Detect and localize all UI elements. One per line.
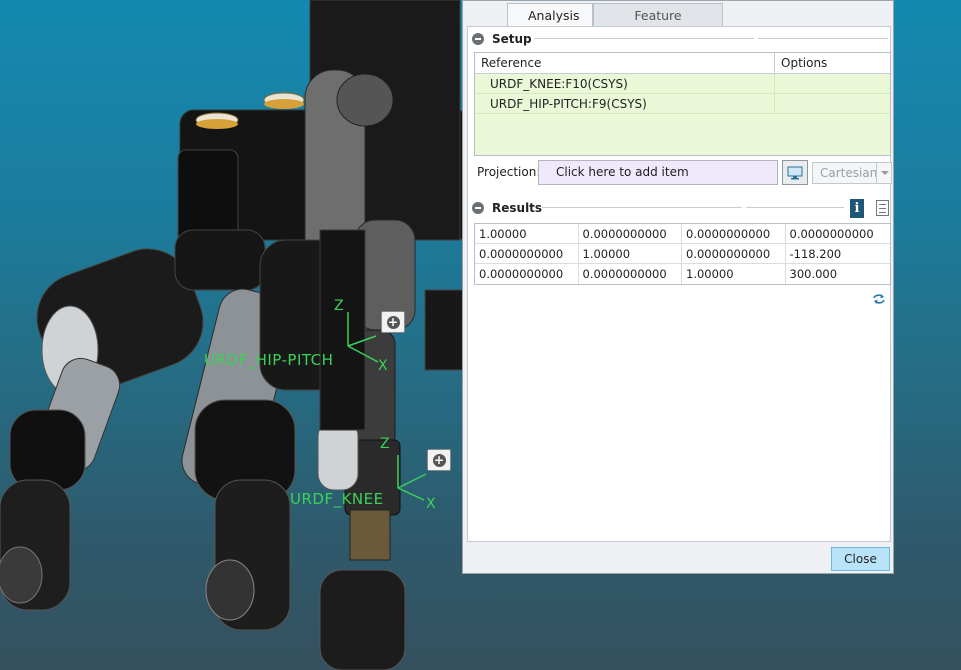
setup-section-header[interactable]: Setup [472,30,532,48]
matrix-cell: -118.200 [789,247,842,261]
matrix-cell: 0.0000000000 [579,264,682,284]
results-title: Results [492,201,543,215]
chevron-down-icon[interactable] [876,163,891,183]
column-header-options[interactable]: Options [775,53,827,73]
matrix-cell: 1.00000 [682,264,786,284]
reference-cell: URDF_KNEE:F10(CSYS) [475,74,775,93]
projection-row: Projection: Click here to add item Carte… [474,160,892,185]
matrix-cell: 0.0000000000 [682,224,786,243]
projection-type-value: Cartesian [820,166,878,180]
tab-bar: Analysis Feature [507,3,723,27]
results-section-header[interactable]: Results [472,199,542,217]
reference-cell: URDF_HIP-PITCH:F9(CSYS) [475,94,775,113]
projection-input[interactable]: Click here to add item [538,160,778,185]
reference-table-header: Reference Options [475,53,890,74]
divider [758,38,888,39]
plus-icon: + [432,452,446,467]
setup-title: Setup [492,32,532,46]
collapse-icon[interactable] [472,202,484,214]
analysis-dialog: Analysis Feature Setup Reference Options… [462,0,894,574]
tab-feature[interactable]: Feature [593,3,723,27]
expand-plus-button[interactable]: + [427,449,451,471]
analysis-panel: Setup Reference Options URDF_KNEE:F10(CS… [467,26,892,542]
results-table: 1.00000 0.0000000000 0.0000000000 0.0000… [474,223,891,285]
collapse-icon[interactable] [472,33,484,45]
table-row[interactable]: URDF_HIP-PITCH:F9(CSYS) [475,94,890,114]
info-icon[interactable]: i [850,199,864,218]
tab-analysis[interactable]: Analysis [507,3,593,27]
divider [542,207,742,208]
axis-x-knee: X [426,496,436,512]
monitor-view-button[interactable] [782,160,808,185]
details-list-icon[interactable] [876,200,889,216]
refresh-icon[interactable] [872,293,886,305]
csys-label-knee[interactable]: URDF_KNEE [290,490,384,508]
divider [746,207,844,208]
matrix-cell: 0.0000000000 [682,244,786,263]
csys-label-hip-pitch[interactable]: URDF_HIP-PITCH [204,351,333,369]
axis-z-knee: Z [380,436,390,452]
plus-icon: + [386,314,400,329]
expand-plus-button[interactable]: + [381,311,405,333]
matrix-cell: 0.0000000000 [475,244,579,263]
column-header-reference[interactable]: Reference [475,53,775,73]
table-row: 0.0000000000 1.00000 0.0000000000 -118.2… [475,244,890,264]
table-row: 1.00000 0.0000000000 0.0000000000 0.0000… [475,224,890,244]
matrix-cell: 0.0000000000 [475,264,579,284]
axis-x-hip: X [378,358,388,374]
projection-label: Projection: [477,165,541,179]
matrix-cell: 0.0000000000 [789,227,874,241]
matrix-cell: 0.0000000000 [579,224,682,243]
matrix-cell: 1.00000 [579,244,682,263]
axis-z-hip: Z [334,298,344,314]
monitor-icon [787,166,803,179]
projection-type-select[interactable]: Cartesian [812,162,892,184]
matrix-cell: 1.00000 [475,224,579,243]
close-button[interactable]: Close [831,547,890,571]
reference-table[interactable]: Reference Options URDF_KNEE:F10(CSYS) UR… [474,52,891,156]
table-row: 0.0000000000 0.0000000000 1.00000 300.00… [475,264,890,284]
matrix-cell: 300.000 [789,267,838,281]
divider [534,38,754,39]
table-row[interactable]: URDF_KNEE:F10(CSYS) [475,74,890,94]
